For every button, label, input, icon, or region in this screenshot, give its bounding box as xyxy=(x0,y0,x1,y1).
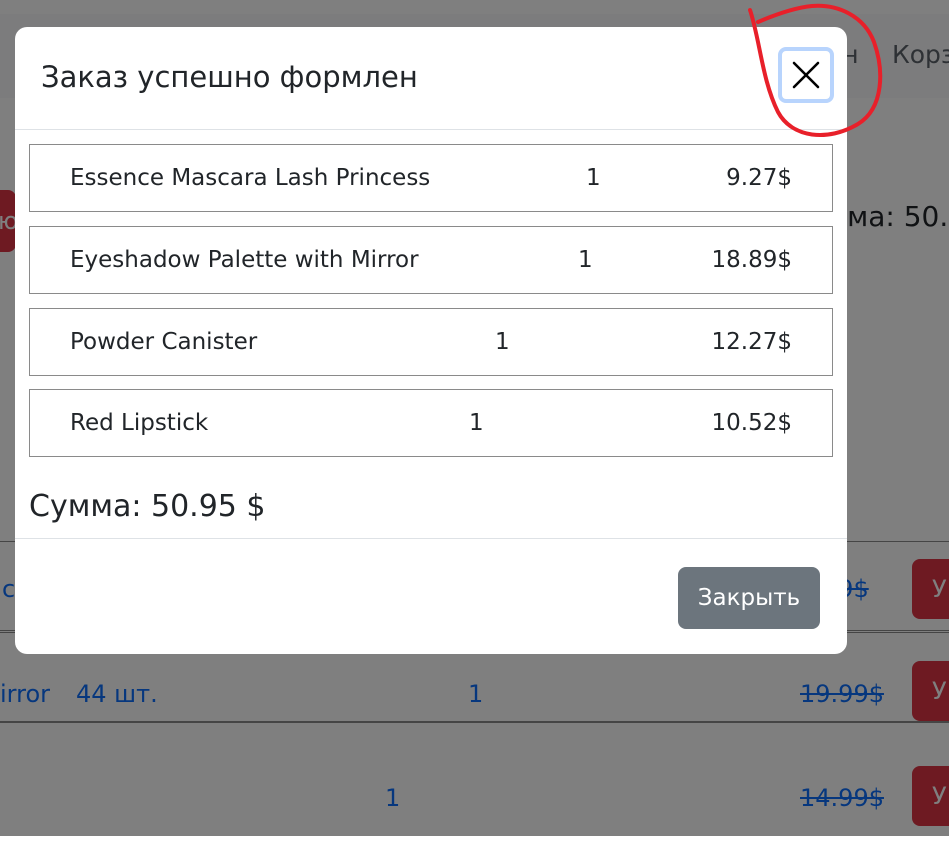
order-item-qty: 1 xyxy=(578,247,593,273)
order-item-price: 12.27$ xyxy=(711,329,792,355)
modal-title: Заказ успешно формлен xyxy=(41,60,418,94)
order-item-name: Eyeshadow Palette with Mirror xyxy=(70,247,419,273)
order-item-qty: 1 xyxy=(495,329,510,355)
order-item-qty: 1 xyxy=(469,410,484,436)
order-item: Powder Canister 1 12.27$ xyxy=(29,308,833,376)
order-success-modal: Заказ успешно формлен Essence Mascara La… xyxy=(15,27,847,654)
modal-header: Заказ успешно формлен xyxy=(15,27,847,130)
order-item-price: 9.27$ xyxy=(726,165,792,191)
order-item: Eyeshadow Palette with Mirror 1 18.89$ xyxy=(29,226,833,294)
modal-footer: Закрыть xyxy=(15,538,847,654)
order-item: Red Lipstick 1 10.52$ xyxy=(29,389,833,457)
order-item: Essence Mascara Lash Princess 1 9.27$ xyxy=(29,144,833,212)
close-button[interactable] xyxy=(778,47,834,103)
order-item-name: Essence Mascara Lash Princess xyxy=(70,165,431,191)
order-item-price: 10.52$ xyxy=(711,410,792,436)
order-item-name: Red Lipstick xyxy=(70,410,209,436)
order-item-qty: 1 xyxy=(586,165,601,191)
close-modal-button[interactable]: Закрыть xyxy=(678,567,820,629)
order-item-price: 18.89$ xyxy=(711,247,792,273)
order-sum: Сумма: 50.95 $ xyxy=(29,489,266,524)
close-icon xyxy=(792,61,820,89)
order-item-name: Powder Canister xyxy=(70,329,258,355)
